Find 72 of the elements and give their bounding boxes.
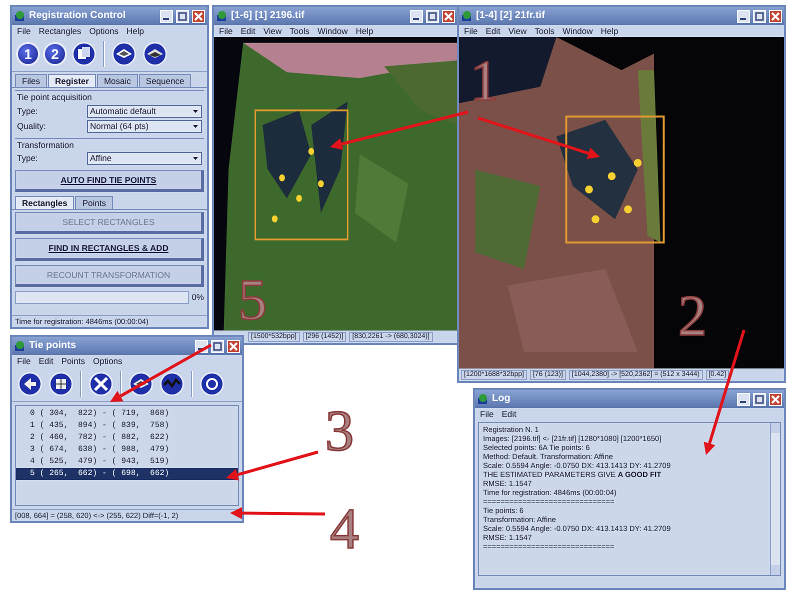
group-label: Transformation (17, 140, 75, 150)
tab[interactable]: Files (15, 74, 47, 88)
window-title: [1-6] [1] 2196.tif (231, 10, 304, 22)
wave-icon[interactable] (158, 370, 186, 398)
list-row[interactable]: 5 ( 265, 662) - ( 698, 662) (16, 468, 238, 480)
progress-reading: 0% (192, 292, 204, 302)
document-icon[interactable] (70, 40, 98, 68)
menu-item[interactable]: Help (126, 26, 144, 36)
layers-icon[interactable] (110, 40, 138, 68)
menu-item[interactable]: Window (562, 26, 593, 36)
list-row[interactable]: 1 ( 435, 894) - ( 839, 758) (16, 420, 238, 432)
callout-number: 3 (325, 405, 354, 458)
menu-item[interactable]: Window (317, 26, 348, 36)
app-icon (461, 10, 473, 22)
app-icon (14, 340, 26, 352)
toolbar-button[interactable]: 2 (43, 42, 67, 66)
menu-item[interactable]: File (464, 26, 478, 36)
menu-item[interactable]: Options (89, 26, 119, 36)
grid-icon[interactable] (47, 370, 75, 398)
list-row[interactable]: 3 ( 674, 638) - ( 988, 479) (16, 444, 238, 456)
callout-number: 2 (678, 290, 707, 342)
app-icon (14, 10, 26, 22)
toolbar-button[interactable]: 1 (16, 42, 40, 66)
menu-item[interactable]: File (17, 26, 31, 36)
refresh-icon[interactable] (198, 370, 226, 398)
list-row[interactable]: 2 ( 460, 782) - ( 882, 622) (16, 432, 238, 444)
field-label: Quality: (17, 120, 47, 132)
menu-item[interactable]: Edit (486, 26, 500, 36)
dropdown[interactable]: Normal (64 pts) (87, 120, 202, 133)
menu-item[interactable]: Tools (290, 26, 310, 36)
tab[interactable]: Sequence (138, 74, 192, 88)
window-title: Tie points (29, 340, 76, 352)
window-title: Log (492, 393, 510, 405)
menu-item[interactable]: File (480, 409, 494, 420)
menu-item[interactable]: Edit (38, 356, 54, 366)
menu-item[interactable]: Edit (502, 409, 516, 420)
app-icon (216, 10, 228, 22)
menu-item[interactable]: Tools (534, 26, 554, 36)
layers-icon[interactable] (127, 370, 155, 398)
tab[interactable]: Mosaic (96, 74, 138, 88)
field-label: Type: (17, 153, 39, 164)
menu-item[interactable]: Help (356, 26, 374, 36)
menu-item[interactable]: Edit (240, 26, 256, 36)
menu-item[interactable]: View (263, 26, 282, 36)
menu-item[interactable]: File (17, 356, 31, 366)
app-icon (477, 393, 489, 405)
list-row[interactable]: 4 ( 525, 479) - ( 943, 519) (16, 456, 238, 468)
menu-item[interactable]: File (219, 26, 233, 36)
tab[interactable]: Points (75, 196, 113, 210)
action-button[interactable]: FIND IN RECTANGLES & ADD (15, 238, 204, 260)
caret-icon (192, 154, 199, 162)
dropdown[interactable]: Automatic default (87, 104, 202, 118)
window-title: [1-4] [2] 21fr.tif (476, 10, 545, 22)
tab[interactable]: Register (48, 74, 96, 88)
field-label: Type: (17, 106, 39, 116)
callout-number: 5 (238, 274, 267, 326)
action-button[interactable]: AUTO FIND TIE POINTS (15, 170, 204, 192)
list-row[interactable]: 0 ( 304, 822) - ( 719, 868) (16, 408, 238, 420)
callout-number: 4 (330, 503, 359, 556)
scrollbar[interactable] (770, 423, 780, 575)
tab[interactable]: Rectangles (15, 196, 74, 210)
menu-item[interactable]: Points (61, 356, 85, 366)
menu-item[interactable]: Options (92, 356, 122, 366)
window-title: Registration Control (29, 10, 126, 22)
menu-item[interactable]: Rectangles (38, 26, 82, 36)
menu-item[interactable]: View (508, 26, 527, 36)
dropdown[interactable]: Affine (87, 152, 202, 165)
delete-icon[interactable] (87, 370, 115, 398)
menu-item[interactable]: Help (600, 26, 618, 36)
group-label: Tie point acquisition (17, 92, 93, 103)
callout-number: 1 (470, 55, 499, 108)
layers-icon[interactable] (141, 40, 169, 68)
